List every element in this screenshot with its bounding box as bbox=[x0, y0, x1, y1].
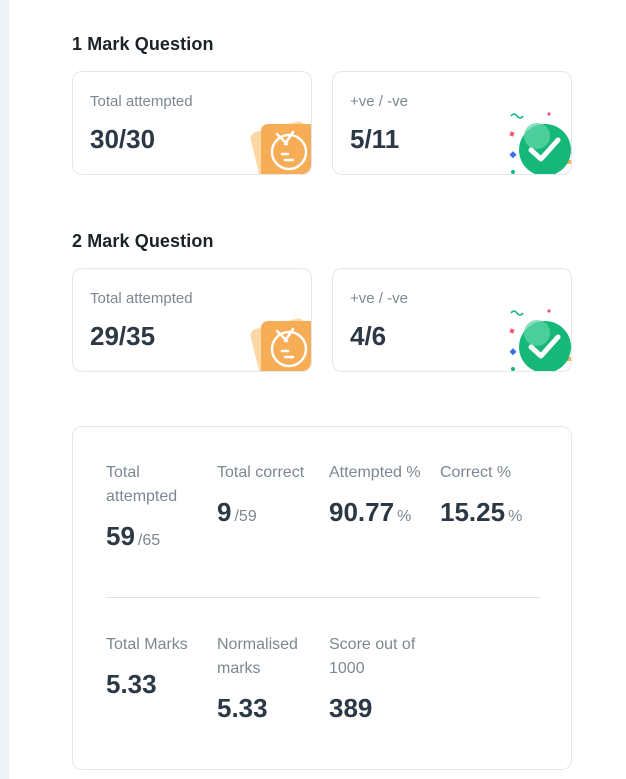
stat-label: Total attempted bbox=[106, 464, 178, 505]
stat-value: 5.33 bbox=[106, 669, 157, 699]
stat-label: Total Marks bbox=[106, 636, 188, 653]
two-mark-attempted-card: Total attempted 29/35 bbox=[72, 268, 312, 372]
stat-value: 15.25 bbox=[440, 497, 506, 527]
stat-label: Score out of 1000 bbox=[329, 636, 416, 677]
summary-card: Total attempted 59/65 Total correct 9/59… bbox=[72, 426, 572, 770]
notebook-icon bbox=[250, 318, 311, 371]
stat-score-1000: Score out of 1000 389 bbox=[329, 633, 434, 724]
stat-value-row: 90.77% bbox=[329, 497, 434, 528]
stat-value: 59 bbox=[106, 521, 135, 551]
check-badge-icon bbox=[509, 112, 571, 174]
stat-correct-pct: Correct % 15.25% bbox=[440, 461, 545, 528]
notebook-icon bbox=[250, 121, 311, 174]
summary-divider bbox=[106, 597, 540, 598]
ratio-value: 4/6 bbox=[350, 321, 387, 351]
one-mark-title: 1 Mark Question bbox=[72, 34, 214, 54]
stat-value-row: 5.33 bbox=[217, 693, 322, 724]
left-sidebar-edge bbox=[0, 0, 9, 779]
two-mark-title: 2 Mark Question bbox=[72, 231, 214, 251]
stat-value-row: 9/59 bbox=[217, 497, 322, 528]
ratio-label: +ve / -ve bbox=[350, 93, 408, 110]
stat-total-attempted: Total attempted 59/65 bbox=[106, 461, 211, 552]
stat-value-row: 59/65 bbox=[106, 521, 211, 552]
stat-value-row: 389 bbox=[329, 693, 434, 724]
stat-value: 9 bbox=[217, 497, 232, 527]
stat-normalised-marks: Normalised marks 5.33 bbox=[217, 633, 322, 724]
stat-total-marks: Total Marks 5.33 bbox=[106, 633, 211, 700]
stat-attempted-pct: Attempted % 90.77% bbox=[329, 461, 434, 528]
stat-label: Total correct bbox=[217, 464, 305, 481]
stat-label: Attempted % bbox=[329, 464, 421, 481]
ratio-value: 5/11 bbox=[350, 124, 400, 154]
attempted-value: 29/35 bbox=[90, 321, 156, 351]
attempted-label: Total attempted bbox=[90, 93, 193, 110]
stat-sub: % bbox=[508, 508, 523, 525]
attempted-label: Total attempted bbox=[90, 290, 193, 307]
stat-value-row: 15.25% bbox=[440, 497, 545, 528]
stat-value: 90.77 bbox=[329, 497, 395, 527]
stat-label: Normalised marks bbox=[217, 636, 298, 677]
stat-sub: /65 bbox=[137, 532, 161, 549]
attempted-value: 30/30 bbox=[90, 124, 156, 154]
stat-sub: % bbox=[397, 508, 412, 525]
one-mark-ratio-card: +ve / -ve 5/11 bbox=[332, 71, 572, 175]
stat-total-correct: Total correct 9/59 bbox=[217, 461, 322, 528]
stat-sub: /59 bbox=[234, 508, 257, 525]
stat-value-row: 5.33 bbox=[106, 669, 211, 700]
stat-label: Correct % bbox=[440, 464, 512, 481]
check-badge-icon bbox=[509, 309, 571, 371]
stat-value: 389 bbox=[329, 693, 373, 723]
stat-value: 5.33 bbox=[217, 693, 268, 723]
ratio-label: +ve / -ve bbox=[350, 290, 408, 307]
one-mark-attempted-card: Total attempted 30/30 bbox=[72, 71, 312, 175]
two-mark-ratio-card: +ve / -ve 4/6 bbox=[332, 268, 572, 372]
